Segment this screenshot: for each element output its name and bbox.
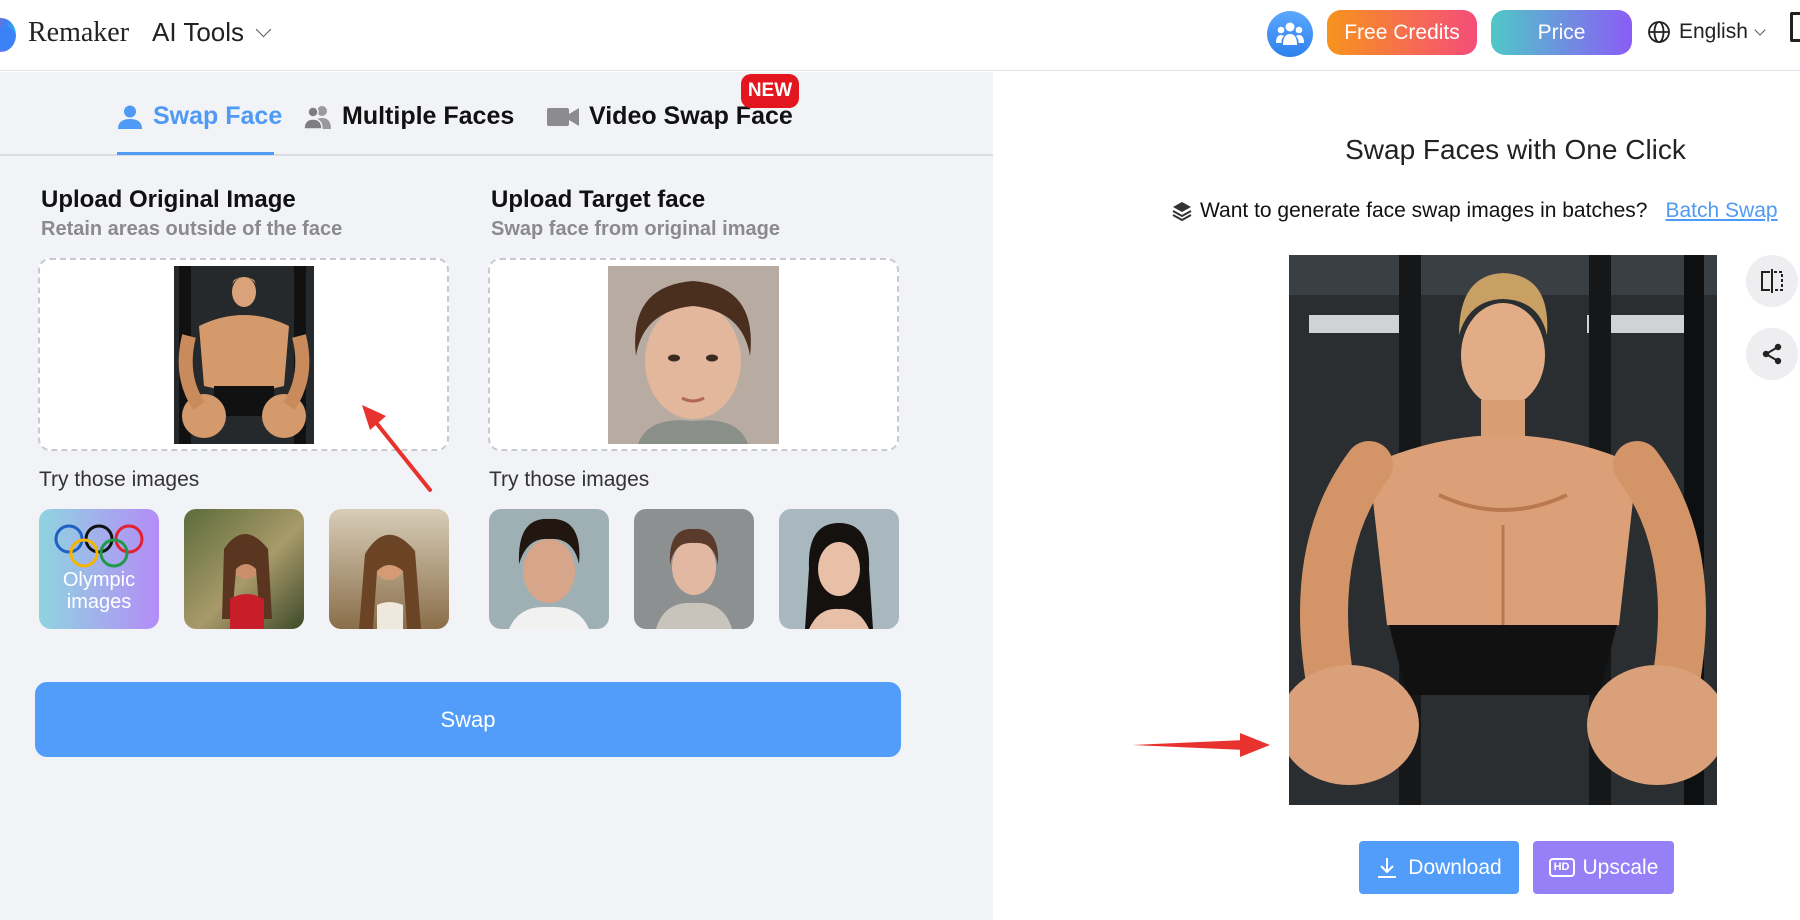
upload-original-title: Upload Original Image — [41, 186, 296, 213]
share-button[interactable] — [1746, 328, 1798, 380]
ai-tools-menu[interactable]: AI Tools — [152, 17, 272, 48]
sample-photo-woman-forest — [222, 534, 272, 629]
result-image — [1289, 255, 1717, 805]
download-icon — [1378, 857, 1397, 878]
result-photo-bodybuilder — [1289, 255, 1717, 805]
compare-icon — [1761, 269, 1783, 293]
language-selector[interactable]: English — [1647, 20, 1766, 44]
batch-swap-link[interactable]: Batch Swap — [1665, 199, 1777, 223]
tab-label: Multiple Faces — [342, 102, 515, 130]
download-label: Download — [1408, 855, 1502, 879]
remaker-logo-icon[interactable] — [0, 18, 16, 52]
hd-icon: HD — [1548, 858, 1575, 877]
free-credits-button[interactable]: Free Credits — [1327, 10, 1477, 55]
layers-icon — [1172, 202, 1192, 221]
result-title: Swap Faces with One Click — [1345, 134, 1686, 165]
olympic-rings-icon — [54, 524, 144, 568]
globe-icon — [1648, 21, 1670, 43]
tab-multiple-faces[interactable]: Multiple Faces — [304, 102, 514, 131]
upload-original-subtitle: Retain areas outside of the face — [41, 218, 343, 240]
user-icon — [118, 105, 142, 129]
annotation-arrow-result — [1132, 733, 1270, 757]
swap-form-panel: Swap Face Multiple Faces Video Swap Face… — [0, 72, 993, 920]
language-label: English — [1679, 20, 1748, 43]
sample-photo-woman-asian — [805, 523, 873, 629]
batch-prompt: Want to generate face swap images in bat… — [1172, 199, 1778, 223]
chevron-down-icon — [1754, 24, 1766, 36]
brand-name[interactable]: Remaker — [28, 17, 129, 49]
upload-target-subtitle: Swap face from original image — [491, 218, 780, 240]
top-header: Remaker AI Tools Free Credits Price Engl… — [0, 0, 1800, 71]
community-icon — [1276, 22, 1304, 45]
swap-button[interactable]: Swap — [35, 682, 901, 757]
batch-prompt-text: Want to generate face swap images in bat… — [1200, 199, 1648, 222]
price-button[interactable]: Price — [1491, 10, 1632, 55]
tab-bar: Swap Face Multiple Faces Video Swap Face… — [0, 72, 993, 156]
sample-photo-woman-bun — [656, 528, 732, 629]
new-badge: NEW — [741, 74, 799, 108]
sample-olympic-images[interactable]: Olympic images — [39, 509, 159, 629]
upscale-label: Upscale — [1582, 855, 1659, 879]
original-image-preview — [174, 266, 314, 444]
sample-original-2[interactable] — [184, 509, 304, 629]
tab-swap-face[interactable]: Swap Face — [117, 102, 282, 131]
ai-tools-label: AI Tools — [152, 17, 245, 47]
sample-target-1[interactable] — [489, 509, 609, 629]
sample-photo-man-curly — [509, 518, 589, 629]
target-face-preview — [608, 266, 779, 444]
try-images-label-original: Try those images — [39, 468, 200, 491]
try-images-label-target: Try those images — [489, 468, 650, 491]
users-icon — [304, 105, 331, 129]
sample-photo-woman-beach — [359, 534, 421, 629]
upscale-button[interactable]: HD Upscale — [1533, 841, 1674, 894]
compare-button[interactable] — [1746, 255, 1798, 307]
share-icon — [1762, 343, 1782, 365]
upload-target-title: Upload Target face — [491, 186, 706, 213]
tab-label: Swap Face — [153, 102, 283, 130]
community-button[interactable] — [1267, 11, 1313, 57]
download-button[interactable]: Download — [1359, 841, 1519, 894]
sample-target-2[interactable] — [634, 509, 754, 629]
sample-target-3[interactable] — [779, 509, 899, 629]
chevron-down-icon — [255, 21, 272, 38]
panel-toggle-icon[interactable] — [1790, 12, 1800, 42]
video-icon — [547, 107, 579, 126]
sample-original-3[interactable] — [329, 509, 449, 629]
olympic-caption: Olympic images — [62, 569, 136, 613]
upload-target-dropzone[interactable] — [488, 258, 899, 451]
active-tab-indicator — [117, 152, 274, 155]
upload-original-dropzone[interactable] — [38, 258, 449, 451]
